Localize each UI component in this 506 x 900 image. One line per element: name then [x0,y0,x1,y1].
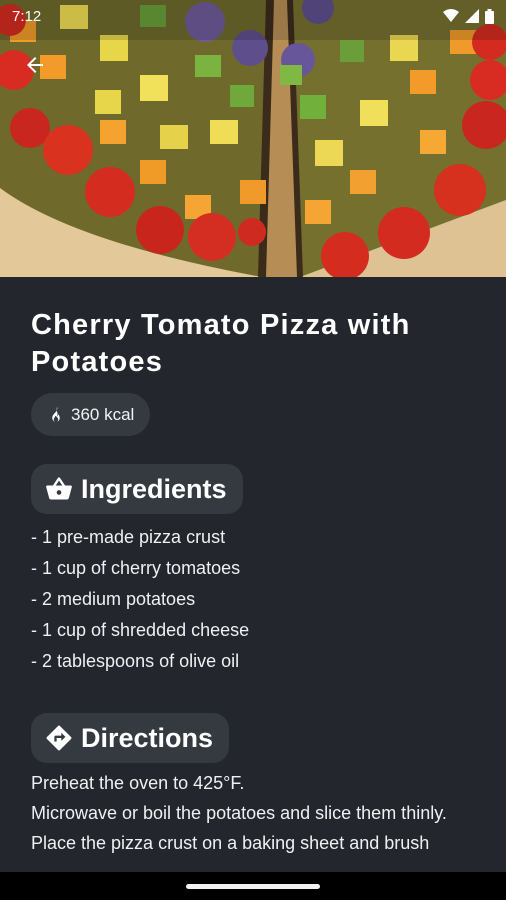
directions-heading: Directions [31,713,230,763]
calories-chip: 360 kcal [31,393,151,436]
list-item: - 1 pre-made pizza crust [31,527,226,547]
ingredients-heading: Ingredients [31,464,243,514]
wifi-icon [443,9,459,22]
basket-icon [46,477,72,500]
calories-value: 360 kcal [71,404,135,424]
list-item: - 2 medium potatoes [31,589,196,609]
signal-icon [465,9,479,23]
recipe-hero-image: 7:12 [0,0,506,277]
battery-icon [485,8,494,24]
back-button[interactable] [20,50,50,80]
direction-step: Place the pizza crust on a baking sheet … [31,833,430,853]
status-icons [443,8,494,24]
home-gesture-handle[interactable] [186,883,320,889]
direction-step: Preheat the oven to 425°F. [31,773,245,793]
directions-heading-label: Directions [81,722,214,753]
system-navigation-bar [0,872,506,900]
status-bar: 7:12 [0,0,506,32]
ingredients-list: - 1 pre-made pizza crust - 1 cup of cher… [31,522,506,677]
ingredients-heading-label: Ingredients [81,473,227,504]
recipe-title: Cherry Tomato Pizza with Potatoes [31,309,411,378]
flame-icon [52,406,60,422]
list-item: - 1 cup of shredded cheese [31,620,250,640]
directions-list: Preheat the oven to 425°F. Microwave or … [31,771,476,855]
list-item: - 2 tablespoons of olive oil [31,651,240,671]
arrow-back-icon [27,57,43,73]
pizza-photo [0,0,506,277]
recipe-details: Cherry Tomato Pizza with Potatoes 360 kc… [0,277,506,872]
directions-sign-icon [46,725,72,751]
list-item: - 1 cup of cherry tomatoes [31,558,241,578]
status-time: 7:12 [12,7,42,25]
direction-step: Microwave or boil the potatoes and slice… [31,803,447,823]
